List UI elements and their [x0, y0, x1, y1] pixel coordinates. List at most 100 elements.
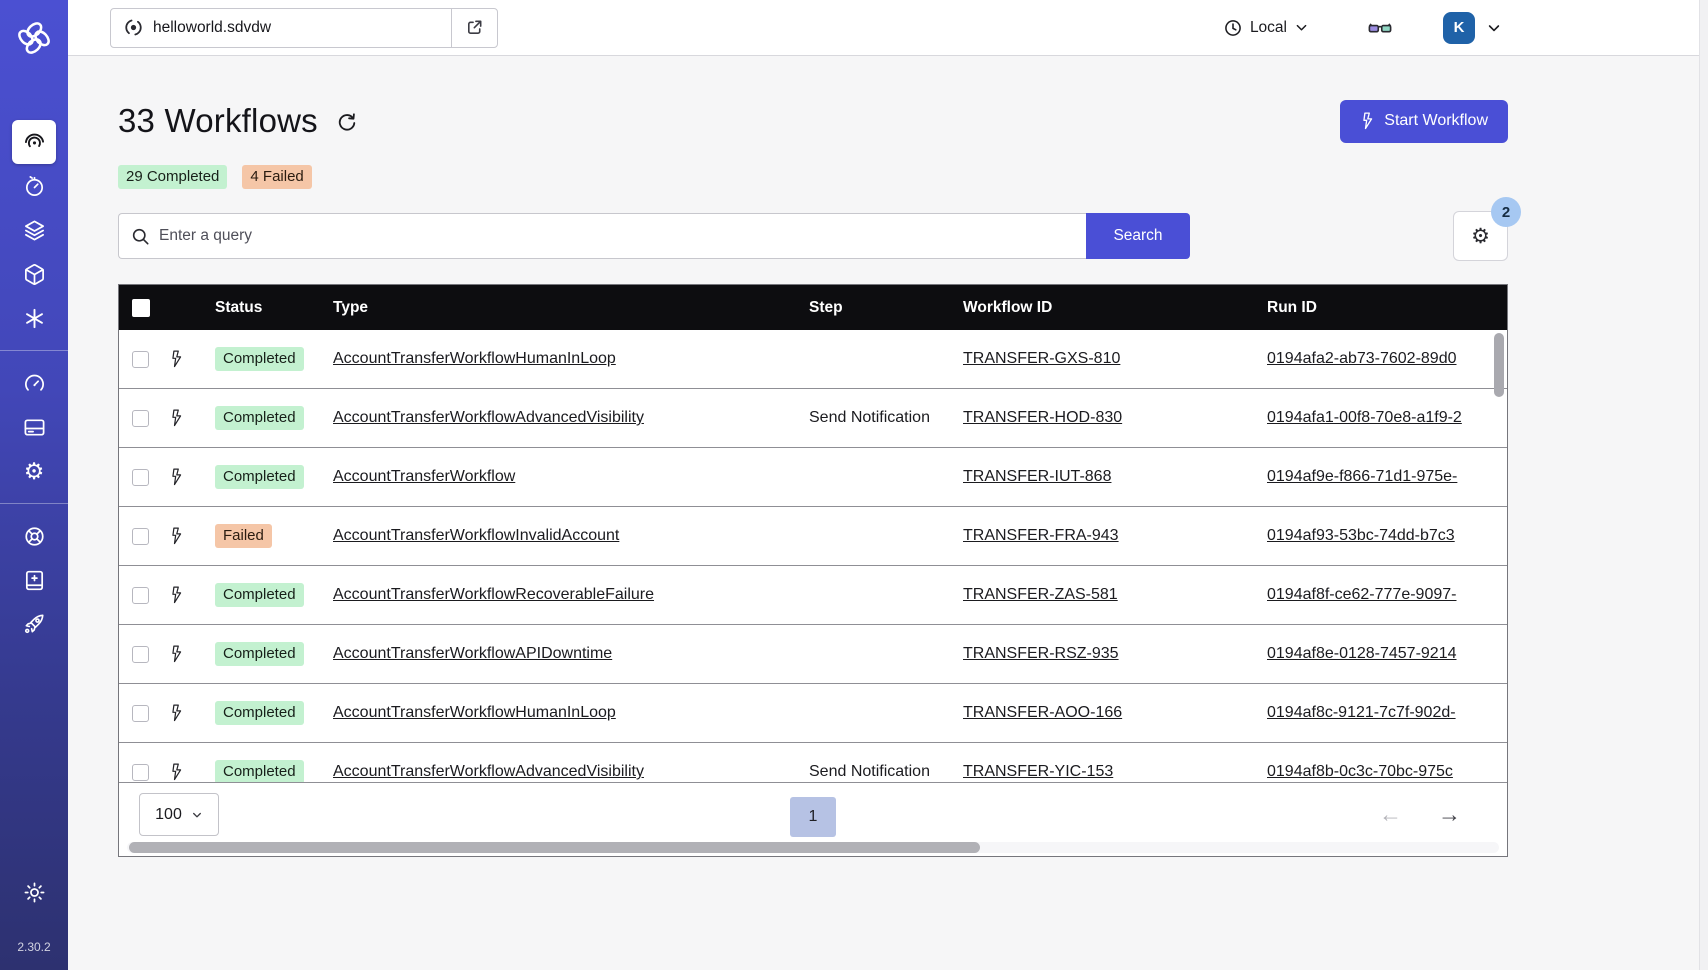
namespace-label: helloworld.sdvdw — [153, 19, 271, 37]
page-number-button[interactable]: 1 — [790, 797, 836, 837]
lightning-bolt-icon — [1360, 112, 1374, 130]
avatar: K — [1443, 12, 1475, 44]
run-id-link[interactable]: 0194af93-53bc-74dd-b7c3 — [1267, 527, 1455, 544]
topbar: helloworld.sdvdw Local — [68, 0, 1708, 56]
next-page-arrow[interactable]: → — [1438, 801, 1461, 828]
table-body: Completed AccountTransferWorkflowHumanIn… — [119, 330, 1507, 782]
step-value: Send Notification — [809, 763, 963, 781]
run-id-link[interactable]: 0194af8c-9121-7c7f-902d- — [1267, 704, 1456, 721]
workflow-type-link[interactable]: AccountTransferWorkflowAdvancedVisibilit… — [333, 409, 644, 426]
workflow-id-link[interactable]: TRANSFER-ZAS-581 — [963, 586, 1118, 603]
completed-count-badge: 29 Completed — [118, 165, 227, 189]
workflow-id-link[interactable]: TRANSFER-AOO-166 — [963, 704, 1122, 721]
sidebar-item-schedules[interactable] — [12, 164, 56, 208]
book-plus-icon — [23, 569, 46, 592]
workflow-type-link[interactable]: AccountTransferWorkflowHumanInLoop — [333, 350, 616, 367]
workflow-id-link[interactable]: TRANSFER-HOD-830 — [963, 409, 1122, 426]
status-badge: Completed — [215, 583, 304, 607]
run-id-link[interactable]: 0194afa1-00f8-70e8-a1f9-2 — [1267, 409, 1462, 426]
table-row: Completed AccountTransferWorkflowRecover… — [119, 566, 1507, 625]
pager-arrows: ← → — [1379, 801, 1461, 828]
namespace-dropdown[interactable]: helloworld.sdvdw — [111, 9, 451, 47]
sidebar-item-settings[interactable]: ⚙ — [12, 449, 56, 493]
sidebar-item-billing[interactable] — [12, 405, 56, 449]
run-id-link[interactable]: 0194afa2-ab73-7602-89d0 — [1267, 350, 1457, 367]
workflow-trigger-icon — [169, 350, 215, 368]
vertical-scrollbar-thumb[interactable] — [1494, 333, 1504, 397]
row-checkbox[interactable] — [132, 410, 149, 427]
row-checkbox[interactable] — [132, 469, 149, 486]
row-checkbox[interactable] — [132, 764, 149, 781]
window-scrollbar[interactable] — [1699, 0, 1708, 970]
sidebar-item-getting-started[interactable] — [12, 602, 56, 646]
row-checkbox[interactable] — [132, 587, 149, 604]
table-row: Completed AccountTransferWorkflowAdvance… — [119, 389, 1507, 448]
app-version: 2.30.2 — [17, 940, 50, 954]
workflow-id-link[interactable]: TRANSFER-RSZ-935 — [963, 645, 1119, 662]
theme-toggle-button[interactable] — [12, 870, 56, 914]
table-horizontal-scrollbar — [127, 842, 1499, 853]
column-header-type: Type — [333, 299, 809, 317]
horizontal-scrollbar-thumb[interactable] — [129, 842, 980, 853]
row-checkbox[interactable] — [132, 528, 149, 545]
column-header-workflow-id: Workflow ID — [963, 299, 1267, 317]
sidebar-nav-primary — [0, 120, 68, 340]
workflow-type-link[interactable]: AccountTransferWorkflowAdvancedVisibilit… — [333, 763, 644, 780]
refresh-button[interactable] — [336, 112, 358, 134]
row-checkbox[interactable] — [132, 705, 149, 722]
previous-page-arrow[interactable]: ← — [1379, 801, 1402, 828]
sun-icon — [23, 881, 46, 904]
sidebar-item-nexus[interactable] — [12, 296, 56, 340]
workflow-type-link[interactable]: AccountTransferWorkflowRecoverableFailur… — [333, 586, 654, 603]
temporal-logo-icon[interactable] — [16, 20, 52, 56]
select-all-checkbox[interactable] — [132, 299, 150, 317]
sidebar-item-support[interactable] — [12, 514, 56, 558]
query-input[interactable] — [159, 227, 1074, 245]
labs-mode-toggle[interactable] — [1367, 15, 1393, 41]
workflow-id-link[interactable]: TRANSFER-GXS-810 — [963, 350, 1120, 367]
workflow-trigger-icon — [169, 645, 215, 663]
workflow-id-link[interactable]: TRANSFER-FRA-943 — [963, 527, 1119, 544]
workflow-trigger-icon — [169, 704, 215, 722]
workflow-id-link[interactable]: TRANSFER-YIC-153 — [963, 763, 1113, 780]
timezone-dropdown[interactable]: Local — [1223, 18, 1309, 38]
sidebar: ⚙ — [0, 0, 68, 970]
row-checkbox[interactable] — [132, 646, 149, 663]
column-header-run-id: Run ID — [1267, 299, 1507, 317]
table-row: Completed AccountTransferWorkflowHumanIn… — [119, 330, 1507, 389]
workflow-type-link[interactable]: AccountTransferWorkflowHumanInLoop — [333, 704, 616, 721]
start-workflow-button[interactable]: Start Workflow — [1340, 100, 1508, 143]
table-footer: 100 1 ← → — [119, 782, 1507, 856]
workflow-type-link[interactable]: AccountTransferWorkflowInvalidAccount — [333, 527, 619, 544]
user-menu[interactable]: K — [1443, 12, 1502, 44]
row-checkbox[interactable] — [132, 351, 149, 368]
namespace-external-link-button[interactable] — [451, 9, 497, 47]
sidebar-item-usage[interactable] — [12, 361, 56, 405]
status-summary: 29 Completed 4 Failed — [118, 165, 1508, 189]
search-box — [118, 213, 1086, 259]
table-row: Completed AccountTransferWorkflowAPIDown… — [119, 625, 1507, 684]
title-row: 33 Workflows Start Workflow — [118, 99, 1508, 143]
gauge-icon — [23, 372, 46, 395]
billing-card-icon — [23, 416, 46, 439]
asterisk-icon — [23, 307, 46, 330]
run-id-link[interactable]: 0194af8b-0c3c-70bc-975c — [1267, 763, 1453, 780]
filter-count-badge: 2 — [1491, 197, 1521, 227]
chevron-down-icon — [191, 809, 203, 821]
sidebar-item-workflows[interactable] — [12, 120, 56, 164]
run-id-link[interactable]: 0194af8f-ce62-777e-9097- — [1267, 586, 1456, 603]
sidebar-item-docs[interactable] — [12, 558, 56, 602]
sidebar-item-task-queues[interactable] — [12, 208, 56, 252]
sidebar-item-deployments[interactable] — [12, 252, 56, 296]
run-id-link[interactable]: 0194af9e-f866-71d1-975e- — [1267, 468, 1457, 485]
workflow-type-link[interactable]: AccountTransferWorkflowAPIDowntime — [333, 645, 612, 662]
temporal-workflows-page: ⚙ — [0, 0, 1708, 970]
run-id-link[interactable]: 0194af8e-0128-7457-9214 — [1267, 645, 1457, 662]
status-badge: Completed — [215, 347, 304, 371]
workflow-id-link[interactable]: TRANSFER-IUT-868 — [963, 468, 1111, 485]
search-button[interactable]: Search — [1086, 213, 1190, 259]
table-header: Status Type Step Workflow ID Run ID — [119, 285, 1507, 330]
per-page-select[interactable]: 100 — [139, 793, 219, 836]
workflow-type-link[interactable]: AccountTransferWorkflow — [333, 468, 515, 485]
timezone-label: Local — [1250, 19, 1287, 37]
